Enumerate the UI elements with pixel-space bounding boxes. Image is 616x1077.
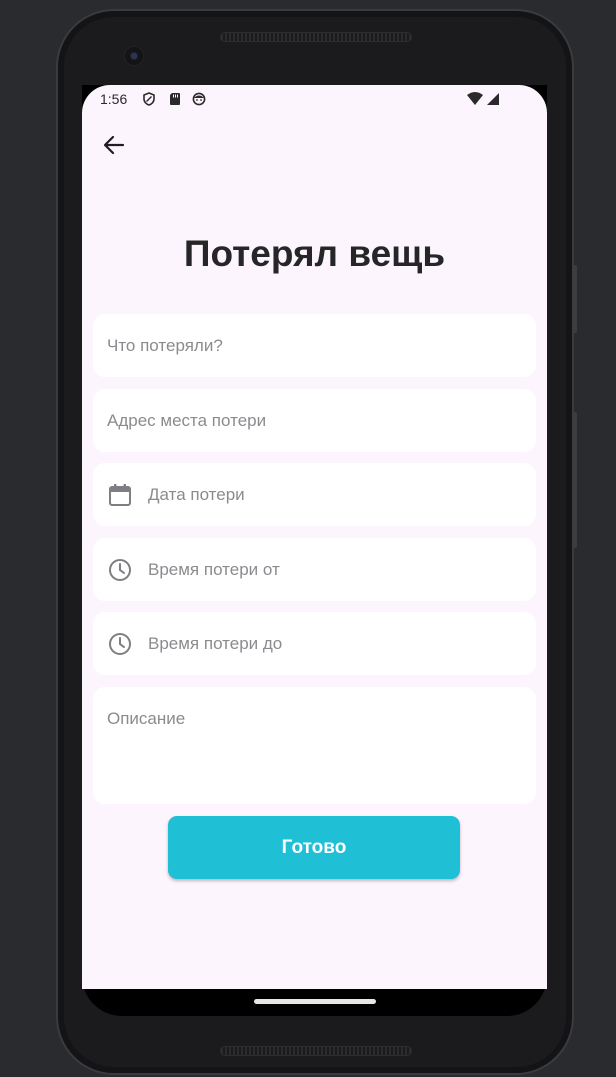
item-input[interactable]: Что потеряли? (93, 314, 536, 377)
back-button[interactable] (98, 129, 130, 161)
item-placeholder: Что потеряли? (107, 335, 223, 355)
calendar-icon (107, 482, 133, 508)
time-to-input[interactable]: Время потери до (93, 612, 536, 675)
arrow-back-icon (103, 135, 125, 155)
front-camera (124, 46, 144, 66)
clock-icon (107, 557, 133, 583)
home-gesture-bar[interactable] (254, 999, 376, 1004)
time-to-placeholder: Время потери до (148, 633, 283, 653)
bottom-speaker (220, 1046, 412, 1056)
face-icon (192, 92, 206, 106)
address-placeholder: Адрес места потери (107, 410, 267, 430)
time-from-placeholder: Время потери от (148, 559, 280, 579)
date-input[interactable]: Дата потери (93, 463, 536, 526)
wifi-icon (467, 92, 499, 105)
volume-button (572, 412, 577, 548)
app-screen: 1:56 Потерял вещь Что потеряли? Адрес ме… (82, 85, 547, 989)
sd-card-icon (168, 92, 182, 106)
power-button (572, 265, 577, 333)
signal-icon (487, 93, 499, 105)
time-from-input[interactable]: Время потери от (93, 538, 536, 601)
page-title: Потерял вещь (183, 233, 446, 274)
status-right (467, 91, 501, 110)
clock-icon (107, 631, 133, 657)
address-input[interactable]: Адрес места потери (93, 389, 536, 452)
earpiece-speaker (220, 32, 412, 42)
description-textarea[interactable]: Описание (93, 687, 536, 804)
date-placeholder: Дата потери (148, 484, 245, 504)
status-time: 1:56 (100, 91, 128, 107)
status-bar: 1:56 (82, 85, 547, 115)
shield-icon (142, 92, 156, 106)
description-placeholder: Описание (107, 709, 186, 728)
submit-button[interactable]: Готово (168, 816, 460, 879)
